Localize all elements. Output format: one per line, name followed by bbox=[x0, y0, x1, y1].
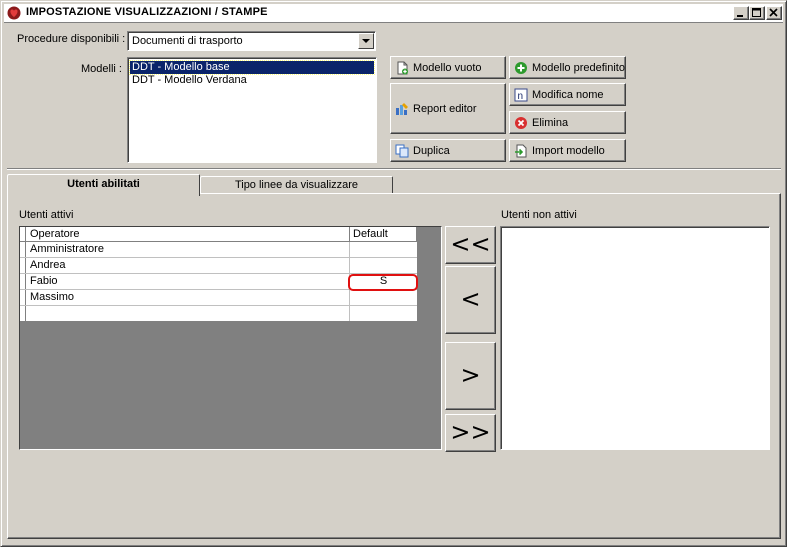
move-all-left-button[interactable]: << bbox=[445, 226, 496, 264]
procedure-label: Procedure disponibili : bbox=[17, 33, 126, 45]
svg-text:n: n bbox=[518, 91, 524, 102]
grid-header-row: Operatore Default bbox=[20, 227, 417, 242]
table-row[interactable]: Massimo bbox=[20, 290, 417, 306]
rename-icon: n bbox=[514, 88, 528, 102]
utenti-non-attivi-label: Utenti non attivi bbox=[501, 209, 577, 221]
import-modello-label: Import modello bbox=[532, 144, 605, 157]
modelli-label: Modelli : bbox=[81, 63, 122, 75]
close-icon bbox=[769, 8, 778, 17]
table-row-empty[interactable] bbox=[20, 306, 417, 322]
tab-tipo-linee[interactable]: Tipo linee da visualizzare bbox=[200, 176, 393, 194]
tab-label: Tipo linee da visualizzare bbox=[234, 179, 359, 191]
table-row[interactable]: Amministratore bbox=[20, 242, 417, 258]
minimize-icon bbox=[737, 15, 743, 17]
move-left-button[interactable]: < bbox=[445, 266, 496, 334]
column-header-operatore[interactable]: Operatore bbox=[26, 227, 350, 241]
red-delete-icon bbox=[515, 116, 527, 129]
title-bar: IMPOSTAZIONE VISUALIZZAZIONI / STAMPE bbox=[4, 4, 783, 23]
report-editor-label: Report editor bbox=[413, 102, 477, 115]
main-window: IMPOSTAZIONE VISUALIZZAZIONI / STAMPE Pr… bbox=[0, 0, 787, 547]
cell-operatore[interactable]: Massimo bbox=[26, 290, 350, 305]
elimina-label: Elimina bbox=[532, 116, 569, 129]
separator bbox=[7, 168, 781, 170]
cell-operatore[interactable]: Amministratore bbox=[26, 242, 350, 257]
grid-table: Operatore Default Amministratore Andrea … bbox=[20, 227, 418, 322]
new-document-icon bbox=[397, 61, 408, 74]
tab-utenti-abilitati[interactable]: Utenti abilitati bbox=[7, 174, 200, 196]
utenti-non-attivi-list[interactable] bbox=[500, 226, 770, 450]
report-editor-icon bbox=[396, 102, 408, 115]
cell-operatore[interactable] bbox=[26, 306, 350, 321]
procedure-selected-value: Documenti di trasporto bbox=[132, 35, 243, 47]
close-button[interactable] bbox=[766, 6, 782, 20]
modifica-nome-button[interactable]: n Modifica nome bbox=[509, 83, 626, 106]
window-title: IMPOSTAZIONE VISUALIZZAZIONI / STAMPE bbox=[26, 6, 268, 18]
modello-vuoto-label: Modello vuoto bbox=[413, 61, 482, 74]
modello-predefinito-button[interactable]: Modello predefinito bbox=[509, 56, 626, 79]
cell-default[interactable] bbox=[350, 242, 417, 257]
cell-default[interactable] bbox=[350, 258, 417, 273]
table-row[interactable]: Fabio S bbox=[20, 274, 418, 291]
move-all-right-button[interactable]: >> bbox=[445, 414, 496, 452]
column-header-default[interactable]: Default bbox=[350, 227, 417, 241]
table-row[interactable]: Andrea bbox=[20, 258, 417, 274]
duplica-button[interactable]: Duplica bbox=[390, 139, 506, 162]
move-right-button[interactable]: > bbox=[445, 342, 496, 410]
app-heart-icon bbox=[7, 6, 21, 20]
cell-operatore[interactable]: Andrea bbox=[26, 258, 350, 273]
highlight-ring bbox=[348, 274, 418, 291]
modelli-list-item[interactable]: DDT - Modello base bbox=[129, 60, 375, 75]
minimize-button[interactable] bbox=[733, 6, 749, 20]
green-plus-icon bbox=[515, 61, 527, 74]
modelli-listbox[interactable]: DDT - Modello base DDT - Modello Verdana bbox=[127, 57, 377, 163]
maximize-icon bbox=[752, 8, 761, 17]
cell-default[interactable] bbox=[350, 290, 417, 305]
duplicate-icon bbox=[395, 144, 409, 157]
modelli-list-item[interactable]: DDT - Modello Verdana bbox=[130, 74, 249, 87]
report-editor-button[interactable]: Report editor bbox=[390, 83, 506, 134]
utenti-attivi-label: Utenti attivi bbox=[19, 209, 74, 221]
modello-vuoto-button[interactable]: Modello vuoto bbox=[390, 56, 506, 79]
tab-label: Utenti abilitati bbox=[67, 178, 140, 190]
procedure-dropdown[interactable]: Documenti di trasporto bbox=[127, 31, 376, 51]
chevron-down-icon[interactable] bbox=[358, 33, 374, 49]
utenti-attivi-grid[interactable]: Operatore Default Amministratore Andrea … bbox=[19, 226, 442, 450]
import-modello-button[interactable]: Import modello bbox=[509, 139, 626, 162]
cell-operatore[interactable]: Fabio bbox=[26, 274, 350, 289]
modello-predefinito-label: Modello predefinito bbox=[532, 61, 625, 74]
maximize-button[interactable] bbox=[749, 6, 765, 20]
elimina-button[interactable]: Elimina bbox=[509, 111, 626, 134]
cell-default[interactable] bbox=[350, 306, 417, 321]
import-icon bbox=[515, 144, 527, 157]
duplica-label: Duplica bbox=[413, 144, 450, 157]
modifica-nome-label: Modifica nome bbox=[532, 88, 604, 101]
